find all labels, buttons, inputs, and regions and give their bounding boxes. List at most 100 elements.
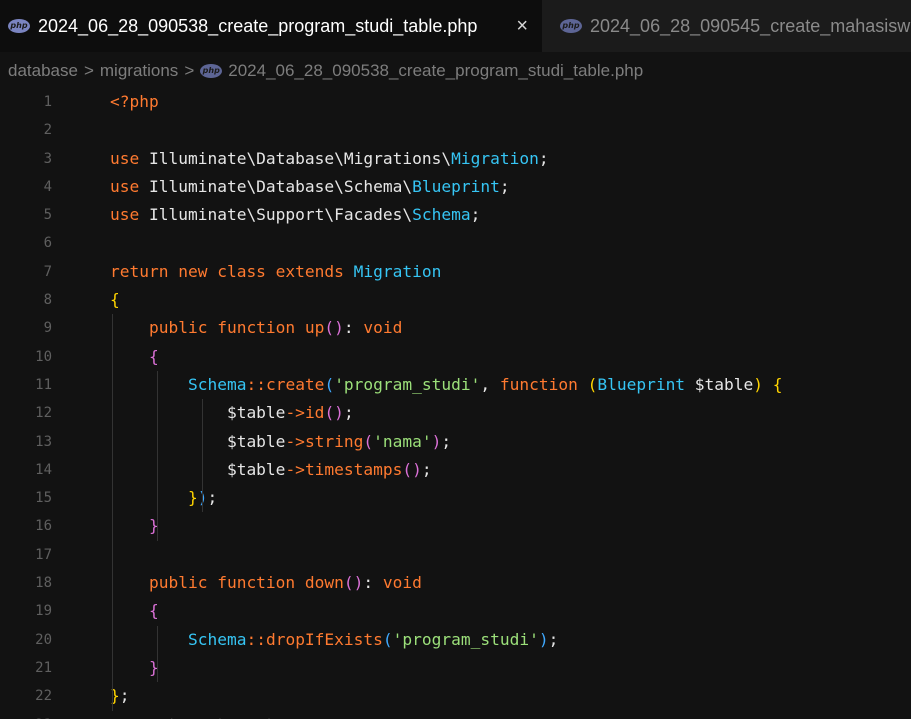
code-line[interactable]: 6 xyxy=(0,229,911,257)
code-line[interactable]: 19 { xyxy=(0,597,911,625)
line-number: 19 xyxy=(35,603,52,620)
code-text: } xyxy=(110,654,159,682)
breadcrumb-item-file[interactable]: 2024_06_28_090538_create_program_studi_t… xyxy=(228,61,643,81)
code-token: ; xyxy=(538,148,549,168)
code-line[interactable]: 13 $table->string('nama'); xyxy=(0,428,911,456)
code-token: Blueprint xyxy=(412,176,500,196)
breadcrumb-item-database[interactable]: database xyxy=(8,61,78,81)
line-number: 16 xyxy=(35,518,52,535)
code-text: use Illuminate\Support\Facades\Schema; xyxy=(110,201,480,229)
code-line[interactable]: 10 { xyxy=(0,343,911,371)
code-editor[interactable]: 1 <?php 2 3 use Illuminate\Database\Migratio… xyxy=(0,88,911,719)
code-token: 'nama' xyxy=(373,431,432,451)
code-token: () xyxy=(324,318,344,338)
code-token: :: xyxy=(246,374,266,394)
line-number: 17 xyxy=(35,546,52,563)
code-line[interactable]: 5 use Illuminate\Support\Facades\Schema; xyxy=(0,201,911,229)
code-token: public function xyxy=(148,318,305,338)
code-line[interactable]: 1 <?php xyxy=(0,88,911,116)
code-line[interactable]: 14 $table->timestamps(); xyxy=(0,456,911,484)
code-token: ) xyxy=(538,629,549,649)
code-token: $table xyxy=(685,374,754,394)
code-token: $table xyxy=(110,403,286,423)
line-number: 2 xyxy=(43,122,52,139)
code-line[interactable]: 21 } xyxy=(0,654,911,682)
code-token: $table xyxy=(110,459,286,479)
code-text: $table->id(); xyxy=(110,399,354,427)
code-line[interactable]: 15 }); xyxy=(0,484,911,512)
code-token: -> xyxy=(285,459,305,479)
code-token: dropIfExists xyxy=(265,629,383,649)
code-line[interactable]: 3 use Illuminate\Database\Migrations\Migr… xyxy=(0,145,911,173)
code-line[interactable]: 9 public function up(): void xyxy=(0,314,911,342)
code-token: create xyxy=(265,374,325,394)
line-number: 23 xyxy=(0,711,52,719)
code-line[interactable]: 2 xyxy=(0,116,911,144)
line-number: 22 xyxy=(35,688,52,705)
line-number: 14 xyxy=(35,461,52,478)
tab-create-mahasiswa[interactable]: php 2024_06_28_090545_create_mahasisw xyxy=(542,0,911,52)
code-text: { xyxy=(110,597,159,625)
code-line[interactable]: 22}; xyxy=(0,682,911,710)
code-token: Schema xyxy=(187,629,247,649)
code-token: function xyxy=(499,374,588,394)
tab-label: 2024_06_28_090538_create_program_studi_t… xyxy=(38,15,478,36)
code-token: ; xyxy=(343,403,354,423)
line-number: 10 xyxy=(35,348,52,365)
code-line[interactable]: 7 return new class extends Migration xyxy=(0,258,911,286)
code-token: <?php xyxy=(110,92,159,111)
code-token: , xyxy=(480,374,500,394)
code-token: use xyxy=(110,148,149,168)
code-text: public function up(): void xyxy=(110,314,402,342)
tab-bar: php 2024_06_28_090538_create_program_stu… xyxy=(0,0,911,52)
code-text: return new class extends Migration xyxy=(110,258,441,286)
code-token: ; xyxy=(470,205,481,225)
code-line[interactable]: 23 Ctrl+L to chat, Ctrl+K to generate xyxy=(0,711,911,719)
code-token: { xyxy=(148,601,159,621)
code-token: Migration xyxy=(451,148,539,168)
code-line[interactable]: 12 $table->id(); xyxy=(0,399,911,427)
line-number: 8 xyxy=(43,292,52,309)
code-line[interactable]: 17 xyxy=(0,541,911,569)
close-icon[interactable]: × xyxy=(506,15,528,38)
line-number: 18 xyxy=(35,575,52,592)
code-token: timestamps xyxy=(304,459,403,479)
code-line[interactable]: 18 public function down(): void xyxy=(0,569,911,597)
code-token: () xyxy=(324,403,344,423)
code-token: up xyxy=(304,318,325,338)
tab-label: 2024_06_28_090545_create_mahasisw xyxy=(590,15,911,36)
code-token: Schema xyxy=(187,374,247,394)
code-text: } xyxy=(110,512,159,540)
code-line[interactable]: 20 Schema::dropIfExists('program_studi')… xyxy=(0,626,911,654)
code-token: Illuminate\Support\Facades\ xyxy=(148,205,413,225)
line-number: 12 xyxy=(35,405,52,422)
code-line[interactable]: 16 } xyxy=(0,512,911,540)
code-token: Illuminate\Database\Migrations\ xyxy=(148,148,452,168)
chevron-right-icon: > xyxy=(83,61,94,80)
breadcrumb: database > migrations > php 2024_06_28_0… xyxy=(0,56,911,86)
chevron-right-icon: > xyxy=(184,61,195,80)
line-number: 20 xyxy=(35,631,52,648)
tab-create-program-studi[interactable]: php 2024_06_28_090538_create_program_stu… xyxy=(0,0,542,52)
inline-hint: Ctrl+L to chat, Ctrl+K to generate xyxy=(150,711,370,719)
indent-guide xyxy=(157,625,158,683)
code-token: id xyxy=(304,403,325,423)
line-number: 21 xyxy=(35,659,52,676)
code-token: ( xyxy=(324,374,335,394)
code-token: $table xyxy=(110,431,286,451)
code-token: } xyxy=(187,488,198,508)
code-token: public function xyxy=(148,573,305,593)
code-line[interactable]: 8{ xyxy=(0,286,911,314)
code-token: -> xyxy=(285,403,305,423)
indent-guide xyxy=(202,399,203,513)
breadcrumb-item-migrations[interactable]: migrations xyxy=(100,61,178,81)
code-token: Illuminate\Database\Schema\ xyxy=(148,176,413,196)
code-line[interactable]: 11 Schema::create('program_studi', funct… xyxy=(0,371,911,399)
code-line[interactable]: 4 use Illuminate\Database\Schema\Blueprin… xyxy=(0,173,911,201)
